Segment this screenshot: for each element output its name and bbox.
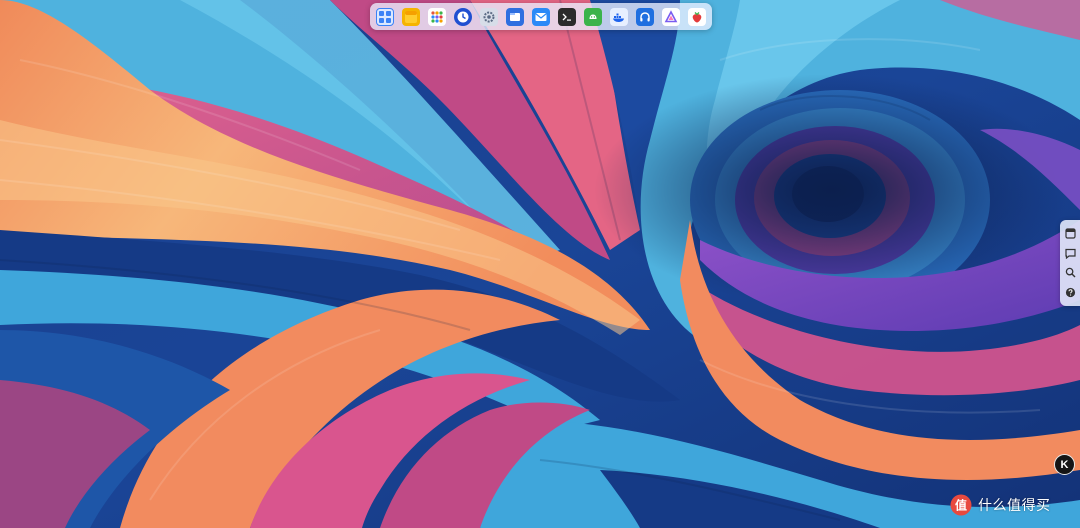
side-toolbar xyxy=(1060,220,1080,306)
file-manager-icon[interactable] xyxy=(506,7,524,26)
settings-icon[interactable] xyxy=(480,7,498,26)
abstract-swirl-wallpaper xyxy=(0,0,1080,528)
clock-icon[interactable] xyxy=(454,7,472,26)
strawberry-icon[interactable] xyxy=(688,7,706,26)
headphones-icon[interactable] xyxy=(636,7,654,26)
message-icon[interactable] xyxy=(1063,246,1077,260)
desktop: K 值 什么值得买 xyxy=(0,0,1080,528)
terminal-icon[interactable] xyxy=(558,7,576,26)
k-button-label: K xyxy=(1060,458,1069,471)
android-icon[interactable] xyxy=(584,7,602,26)
app-dock xyxy=(370,3,712,30)
search-icon[interactable] xyxy=(1063,266,1077,280)
svg-text:值: 值 xyxy=(955,498,967,513)
multitask-view-icon[interactable] xyxy=(376,7,394,26)
watermark: 值 什么值得买 xyxy=(950,492,1051,518)
watermark-text: 什么值得买 xyxy=(978,498,1051,514)
prism-icon[interactable] xyxy=(662,7,680,26)
smzdm-logo-icon: 值 xyxy=(950,494,972,516)
notes-icon[interactable] xyxy=(402,7,420,26)
mail-icon[interactable] xyxy=(532,7,550,26)
app-launcher-icon[interactable] xyxy=(428,7,446,26)
help-icon[interactable] xyxy=(1063,285,1077,299)
k-floating-button[interactable]: K xyxy=(1054,454,1075,475)
docker-icon[interactable] xyxy=(610,7,628,26)
widget-icon[interactable] xyxy=(1063,227,1077,241)
wallpaper xyxy=(0,0,1080,528)
